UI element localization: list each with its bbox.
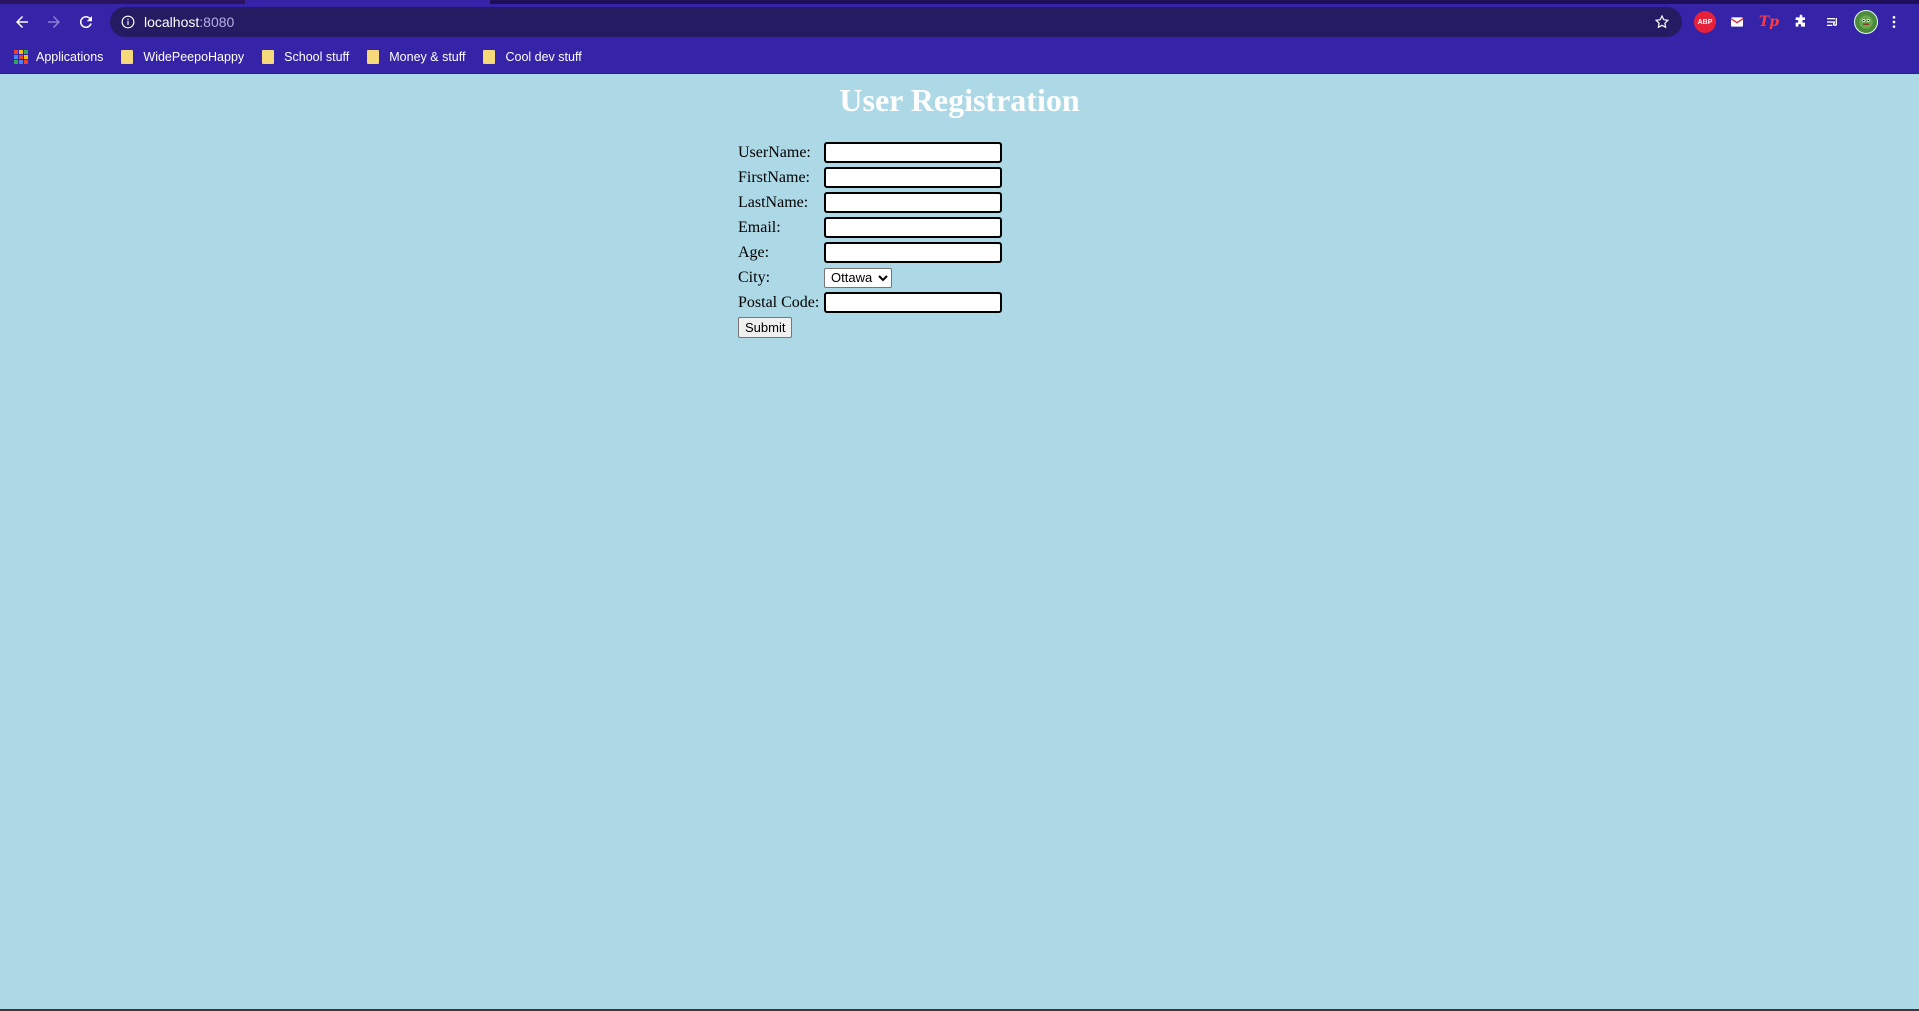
bookmark-star-icon[interactable] <box>1652 12 1672 32</box>
bookmark-folder-widepeepohappy[interactable]: WidePeepoHappy <box>121 49 245 64</box>
form-row-lastname: LastName: <box>738 190 1002 215</box>
arrow-left-icon <box>16 16 28 28</box>
email-input[interactable] <box>824 217 1002 238</box>
tp-extension-icon[interactable]: Tp <box>1758 11 1780 33</box>
reload-icon <box>79 16 92 29</box>
bookmark-label: Cool dev stuff <box>505 49 582 64</box>
back-button[interactable] <box>6 6 38 38</box>
mail-extension-icon[interactable] <box>1726 11 1748 33</box>
form-row-postal-code: Postal Code: <box>738 290 1002 315</box>
form-row-firstname: FirstName: <box>738 165 1002 190</box>
registration-form: UserName: FirstName: LastName: Email: Ag… <box>738 140 1002 338</box>
reading-list-icon[interactable] <box>1822 11 1844 33</box>
city-select[interactable]: Ottawa <box>824 267 892 288</box>
bookmark-label: Money & stuff <box>389 49 466 64</box>
arrow-right-icon <box>48 16 60 28</box>
bookmarks-bar: Applications WidePeepoHappy School stuff… <box>0 40 1919 74</box>
lastname-label: LastName: <box>738 193 809 211</box>
postal-code-label: Postal Code: <box>738 293 820 311</box>
lastname-input[interactable] <box>824 192 1002 213</box>
firstname-input[interactable] <box>824 167 1002 188</box>
form-row-city: City: Ottawa <box>738 265 1002 290</box>
folder-icon <box>483 49 496 64</box>
age-input[interactable] <box>824 242 1002 263</box>
puzzle-icon[interactable] <box>1790 11 1812 33</box>
bookmark-folder-school-stuff[interactable]: School stuff <box>262 49 350 64</box>
reload-button[interactable] <box>70 6 102 38</box>
folder-icon <box>262 49 275 64</box>
url-host: localhost <box>144 14 200 30</box>
forward-button[interactable] <box>38 6 70 38</box>
form-row-age: Age: <box>738 240 1002 265</box>
username-input[interactable] <box>824 142 1002 163</box>
url-text[interactable]: localhost:8080 <box>144 14 234 30</box>
profile-avatar[interactable] <box>1854 10 1878 34</box>
postal-code-input[interactable] <box>824 292 1002 313</box>
folder-icon <box>367 49 380 64</box>
info-icon[interactable] <box>118 12 138 32</box>
adblock-extension-icon[interactable]: ABP <box>1694 11 1716 33</box>
page-title: User Registration <box>839 82 1080 118</box>
bookmark-label: School stuff <box>284 49 350 64</box>
extension-icons: ABP Tp <box>1694 8 1910 36</box>
kebab-menu-icon[interactable] <box>1888 11 1900 33</box>
apps-grid-icon <box>14 49 28 64</box>
form-row-username: UserName: <box>738 140 1002 165</box>
username-label: UserName: <box>738 143 811 161</box>
form-row-email: Email: <box>738 215 1002 240</box>
email-label: Email: <box>738 218 781 236</box>
page-content: User Registration UserName: FirstName: L… <box>0 74 1919 1011</box>
browser-toolbar: localhost:8080 ABP Tp <box>0 4 1919 40</box>
submit-button[interactable]: Submit <box>738 317 793 338</box>
age-label: Age: <box>738 243 770 261</box>
bookmark-applications[interactable]: Applications <box>14 49 104 64</box>
url-port: :8080 <box>199 14 235 30</box>
bookmark-label: Applications <box>36 49 104 64</box>
city-label: City: <box>738 268 771 286</box>
bookmark-folder-cool-dev-stuff[interactable]: Cool dev stuff <box>483 49 582 64</box>
firstname-label: FirstName: <box>738 168 810 186</box>
address-bar[interactable]: localhost:8080 <box>110 7 1682 37</box>
bookmark-label: WidePeepoHappy <box>143 49 245 64</box>
bookmark-folder-money-stuff[interactable]: Money & stuff <box>367 49 466 64</box>
folder-icon <box>121 49 134 64</box>
